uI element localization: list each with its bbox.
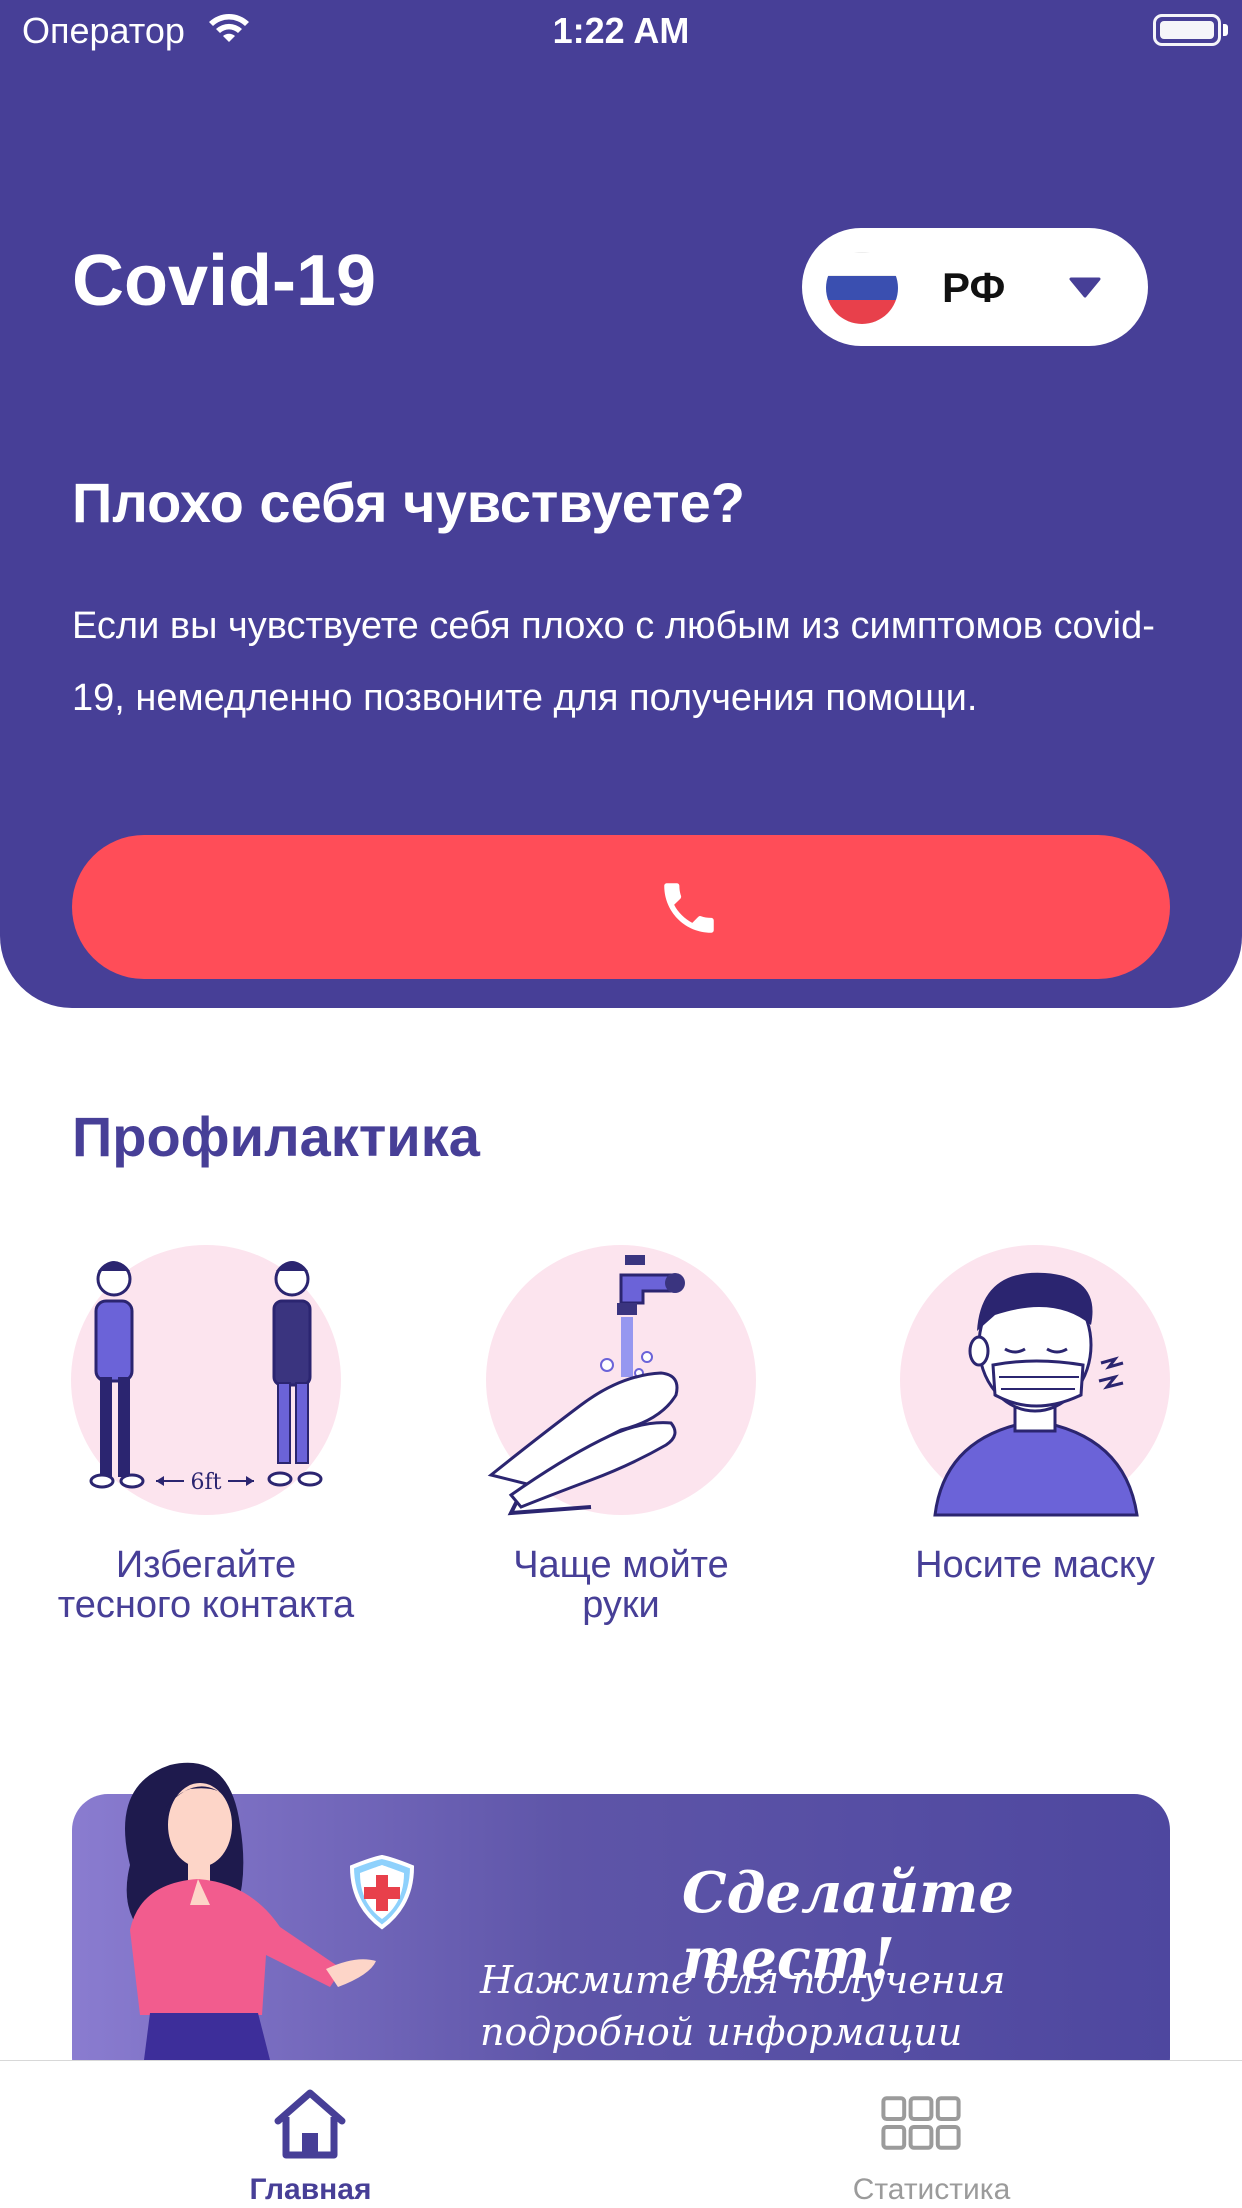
tab-label: Главная: [249, 2173, 372, 2206]
chevron-down-icon: [1069, 277, 1101, 298]
status-time: 1:22 AM: [552, 10, 690, 51]
country-picker[interactable]: РФ: [802, 228, 1148, 346]
distance-label: 6ft: [191, 1470, 222, 1495]
tab-bar: Главная Статистика: [0, 2060, 1242, 2208]
prevention-label: Носите маску: [915, 1544, 1155, 1586]
flag-stripe-blue: [826, 276, 898, 300]
flag-stripe-white: [826, 252, 898, 276]
phone-icon: [664, 883, 714, 933]
prevention-label: Избегайте тесного контакта: [57, 1544, 355, 1626]
country-label: РФ: [942, 264, 1006, 311]
status-bar: Оператор 1:22 AM: [0, 0, 1242, 64]
app-title: Covid-19: [72, 241, 377, 321]
header-panel: Оператор 1:22 AM Covid-19 РФ Плохо себя …: [0, 0, 1242, 1008]
mask-person-illustration: [933, 1272, 1139, 1517]
prevention-label: Чаще мойте руки: [513, 1544, 729, 1626]
flag-stripe-red: [826, 300, 898, 324]
grid-icon: [881, 2096, 961, 2150]
tab-label: Статистика: [852, 2173, 1011, 2206]
doctor-woman-illustration: [125, 1762, 415, 2060]
tab-home[interactable]: Главная: [0, 2061, 621, 2208]
home-icon: [274, 2089, 346, 2159]
prevention-title: Профилактика: [72, 1105, 480, 1168]
tab-statistics[interactable]: Статистика: [621, 2061, 1242, 2208]
battery-icon: [1153, 14, 1221, 46]
feeling-question: Плохо себя чувствуете?: [72, 471, 745, 534]
call-button[interactable]: [72, 835, 1170, 979]
test-subtitle: Нажмите для получения подробной информац…: [480, 1958, 1006, 2054]
social-distance-illustration: 6ft: [89, 1261, 323, 1495]
battery-tip: [1223, 24, 1228, 36]
symptoms-description: Если вы чувствуете себя плохо с любым из…: [72, 605, 1155, 719]
russia-flag-icon: [826, 252, 898, 324]
hand-washing-illustration: [487, 1255, 685, 1516]
